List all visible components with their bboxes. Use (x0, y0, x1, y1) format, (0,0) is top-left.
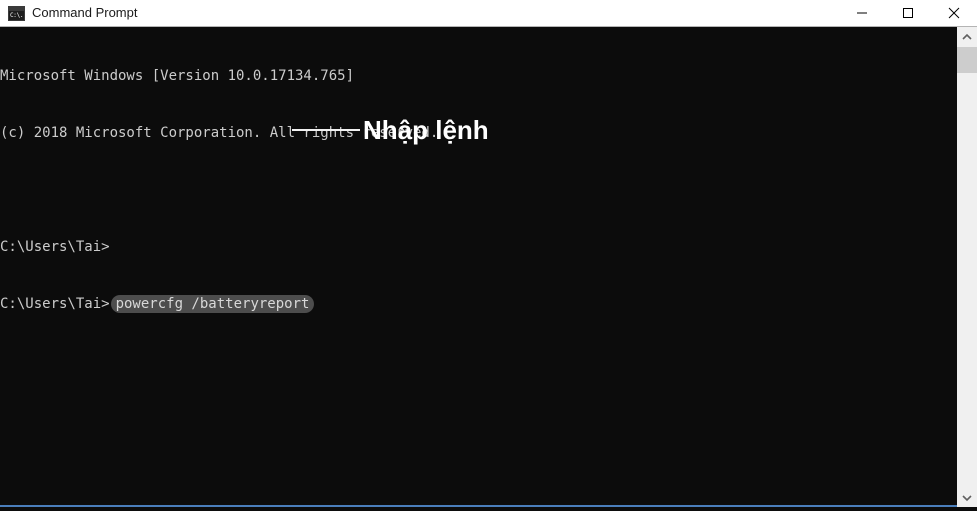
chevron-up-icon (962, 33, 972, 40)
terminal-line: C:\Users\Tai> (0, 239, 110, 255)
terminal-line: Microsoft Windows [Version 10.0.17134.76… (0, 68, 355, 84)
maximize-button[interactable] (885, 0, 931, 26)
command-prompt-window: C:\. Command Prompt Microsoft Windows [V… (0, 0, 977, 511)
window-controls (839, 0, 977, 26)
minimize-button[interactable] (839, 0, 885, 26)
terminal-output-area[interactable]: Microsoft Windows [Version 10.0.17134.76… (0, 27, 957, 507)
terminal-prompt: C:\Users\Tai> (0, 296, 110, 312)
chevron-down-icon (962, 494, 972, 501)
scroll-down-button[interactable] (957, 488, 977, 507)
annotation-label: Nhập lệnh (363, 115, 489, 145)
maximize-icon (903, 8, 913, 18)
command-prompt-icon: C:\. (8, 6, 25, 21)
title-bar[interactable]: C:\. Command Prompt (0, 0, 977, 27)
close-button[interactable] (931, 0, 977, 26)
terminal-text: Microsoft Windows [Version 10.0.17134.76… (0, 29, 438, 352)
scrollbar-thumb[interactable] (957, 47, 977, 73)
scroll-up-button[interactable] (957, 27, 977, 46)
window-title: Command Prompt (32, 5, 138, 20)
terminal-command-line: C:\Users\Tai> powercfg /batteryreport (0, 295, 438, 314)
close-icon (948, 7, 960, 19)
annotation-connector-line (292, 129, 360, 131)
icon-console-glyph: C:\. (9, 11, 24, 20)
minimize-icon (857, 12, 867, 14)
vertical-scrollbar[interactable] (957, 27, 977, 507)
window-bottom-edge (0, 507, 977, 511)
highlighted-command: powercfg /batteryreport (110, 295, 315, 313)
